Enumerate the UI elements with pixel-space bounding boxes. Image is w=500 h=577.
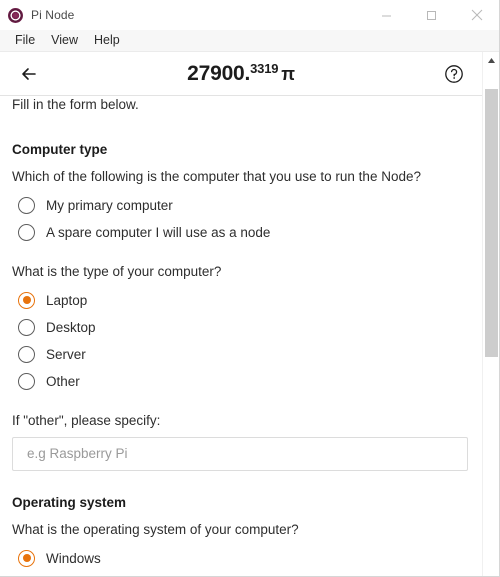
- radio-option-spare-computer[interactable]: A spare computer I will use as a node: [12, 219, 470, 246]
- radio-option-windows[interactable]: Windows: [12, 545, 470, 572]
- scrollbar-thumb[interactable]: [485, 89, 498, 357]
- maximize-icon[interactable]: [409, 0, 454, 30]
- radio-option-server[interactable]: Server: [12, 341, 470, 368]
- balance-fraction: 3319: [250, 61, 279, 76]
- question-operating-system: What is the operating system of your com…: [12, 521, 299, 537]
- body-wrapper: 27900.3319π Node Setup Fill in the form …: [0, 52, 499, 576]
- radio-label: Windows: [46, 550, 101, 566]
- radio-option-other[interactable]: Other: [12, 368, 470, 395]
- page-subtitle: Fill in the form below.: [12, 97, 139, 112]
- radio-icon[interactable]: [18, 549, 35, 567]
- radio-group-computer-type: Laptop Desktop Server Other: [12, 287, 470, 395]
- question-computer-type: What is the type of your computer?: [12, 264, 222, 280]
- radio-label: Server: [46, 346, 86, 362]
- form-scroll-area[interactable]: Node Setup Fill in the form below. Compu…: [0, 96, 482, 576]
- close-icon[interactable]: [454, 0, 499, 30]
- menu-item-help[interactable]: Help: [86, 32, 128, 49]
- radio-icon[interactable]: [18, 345, 35, 363]
- window-title: Pi Node: [31, 8, 75, 22]
- radio-option-my-primary-computer[interactable]: My primary computer: [12, 192, 470, 219]
- pi-symbol: π: [281, 64, 295, 84]
- pi-logo-icon: [8, 7, 23, 23]
- arrow-left-icon[interactable]: [14, 59, 44, 89]
- minimize-icon[interactable]: [364, 0, 409, 30]
- radio-label: A spare computer I will use as a node: [46, 224, 271, 240]
- radio-label: My primary computer: [46, 197, 173, 213]
- menu-item-file[interactable]: File: [7, 32, 43, 49]
- radio-group-operating-system: Windows Mac OS Linux: [12, 545, 470, 576]
- help-circle-icon[interactable]: [440, 60, 468, 88]
- radio-icon[interactable]: [18, 372, 35, 390]
- menu-item-view[interactable]: View: [43, 32, 86, 49]
- window-controls: [364, 0, 499, 30]
- caret-up-icon[interactable]: [483, 52, 499, 69]
- titlebar: Pi Node: [0, 0, 499, 30]
- radio-icon[interactable]: [18, 224, 35, 242]
- radio-icon[interactable]: [18, 197, 35, 215]
- scrollbar-track[interactable]: [483, 69, 499, 576]
- content-column: 27900.3319π Node Setup Fill in the form …: [0, 52, 482, 576]
- radio-icon[interactable]: [18, 318, 35, 336]
- radio-option-desktop[interactable]: Desktop: [12, 314, 470, 341]
- section-heading-operating-system: Operating system: [12, 494, 127, 510]
- menubar: File View Help: [0, 30, 499, 52]
- question-computer-usage: Which of the following is the computer t…: [12, 169, 421, 185]
- radio-option-mac-os[interactable]: Mac OS: [12, 572, 470, 576]
- radio-option-laptop[interactable]: Laptop: [12, 287, 470, 314]
- radio-label: Other: [46, 373, 80, 389]
- app-window: Pi Node File View Help 27900.3319 π Fill…: [0, 0, 500, 577]
- radio-label: Laptop: [46, 292, 88, 308]
- label-other-specify: If "other", please specify:: [12, 412, 161, 428]
- app-header: 27900.3319 π: [0, 52, 482, 96]
- other-computer-type-input[interactable]: [12, 436, 468, 471]
- radio-label: Desktop: [46, 319, 96, 335]
- balance-integer: 27900.: [187, 62, 251, 85]
- radio-group-computer-usage: My primary computer A spare computer I w…: [12, 192, 470, 246]
- vertical-scrollbar[interactable]: [482, 52, 499, 576]
- radio-icon[interactable]: [18, 291, 35, 309]
- pi-balance: 27900.3319 π: [0, 61, 482, 86]
- section-heading-computer-type: Computer type: [12, 142, 108, 158]
